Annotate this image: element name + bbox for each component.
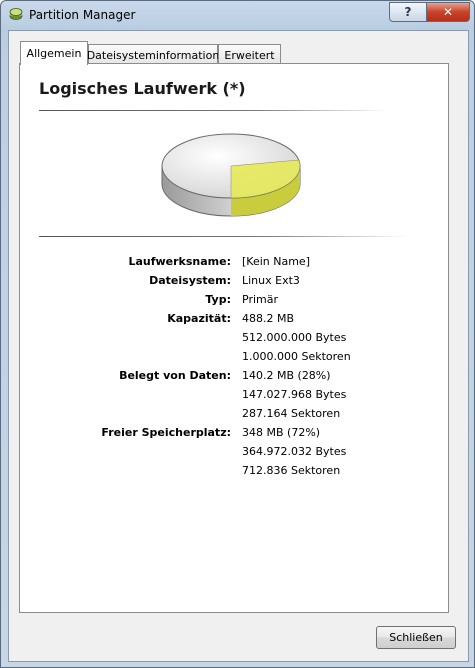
usage-pie-chart <box>161 133 301 217</box>
property-label: Typ: <box>205 293 231 306</box>
property-value: 140.2 MB (28%) <box>242 369 331 382</box>
app-disk-icon <box>9 8 23 20</box>
property-value: Linux Ext3 <box>242 274 300 287</box>
property-value: 364.972.032 Bytes <box>242 445 347 458</box>
property-label: Dateisystem: <box>149 274 231 287</box>
property-label: Laufwerksname: <box>128 255 231 268</box>
property-value: 287.164 Sektoren <box>242 407 341 420</box>
help-icon: ? <box>404 5 412 19</box>
tab-label: Allgemein <box>26 47 82 60</box>
property-value: 512.000.000 Bytes <box>242 331 347 344</box>
tab-erweitert[interactable]: Erweitert <box>218 44 281 65</box>
property-value: Primär <box>242 293 278 306</box>
chart-divider <box>39 236 409 237</box>
property-label: Kapazität: <box>167 312 231 325</box>
property-value: 488.2 MB <box>242 312 295 325</box>
tab-panel-allgemein: Logisches Laufwerk (*) Laufwerksname: [Ke <box>19 63 449 613</box>
tab-dateisysteminformation[interactable]: Dateisysteminformation <box>86 44 220 65</box>
tab-label: Dateisysteminformation <box>86 48 220 62</box>
close-icon: ✕ <box>442 5 454 19</box>
window-title: Partition Manager <box>29 8 136 22</box>
property-value: 147.027.968 Bytes <box>242 388 347 401</box>
property-label: Belegt von Daten: <box>119 369 231 382</box>
property-value: 1.000.000 Sektoren <box>242 350 351 363</box>
help-button[interactable]: ? <box>389 2 427 22</box>
close-button-label: Schließen <box>389 631 443 644</box>
tab-allgemein[interactable]: Allgemein <box>20 41 88 65</box>
property-value: [Kein Name] <box>242 255 310 268</box>
window-close-button[interactable]: ✕ <box>426 2 470 22</box>
partition-manager-window: Partition Manager ? ✕ Allgemein Dateisys… <box>0 0 475 668</box>
property-value: 348 MB (72%) <box>242 426 321 439</box>
property-value: 712.836 Sektoren <box>242 464 341 477</box>
panel-heading: Logisches Laufwerk (*) <box>39 79 246 98</box>
close-button[interactable]: Schließen <box>376 626 456 649</box>
tab-label: Erweitert <box>224 48 275 62</box>
title-bar[interactable]: Partition Manager ? ✕ <box>1 1 474 29</box>
heading-divider <box>39 110 389 111</box>
property-label: Freier Speicherplatz: <box>101 426 231 439</box>
